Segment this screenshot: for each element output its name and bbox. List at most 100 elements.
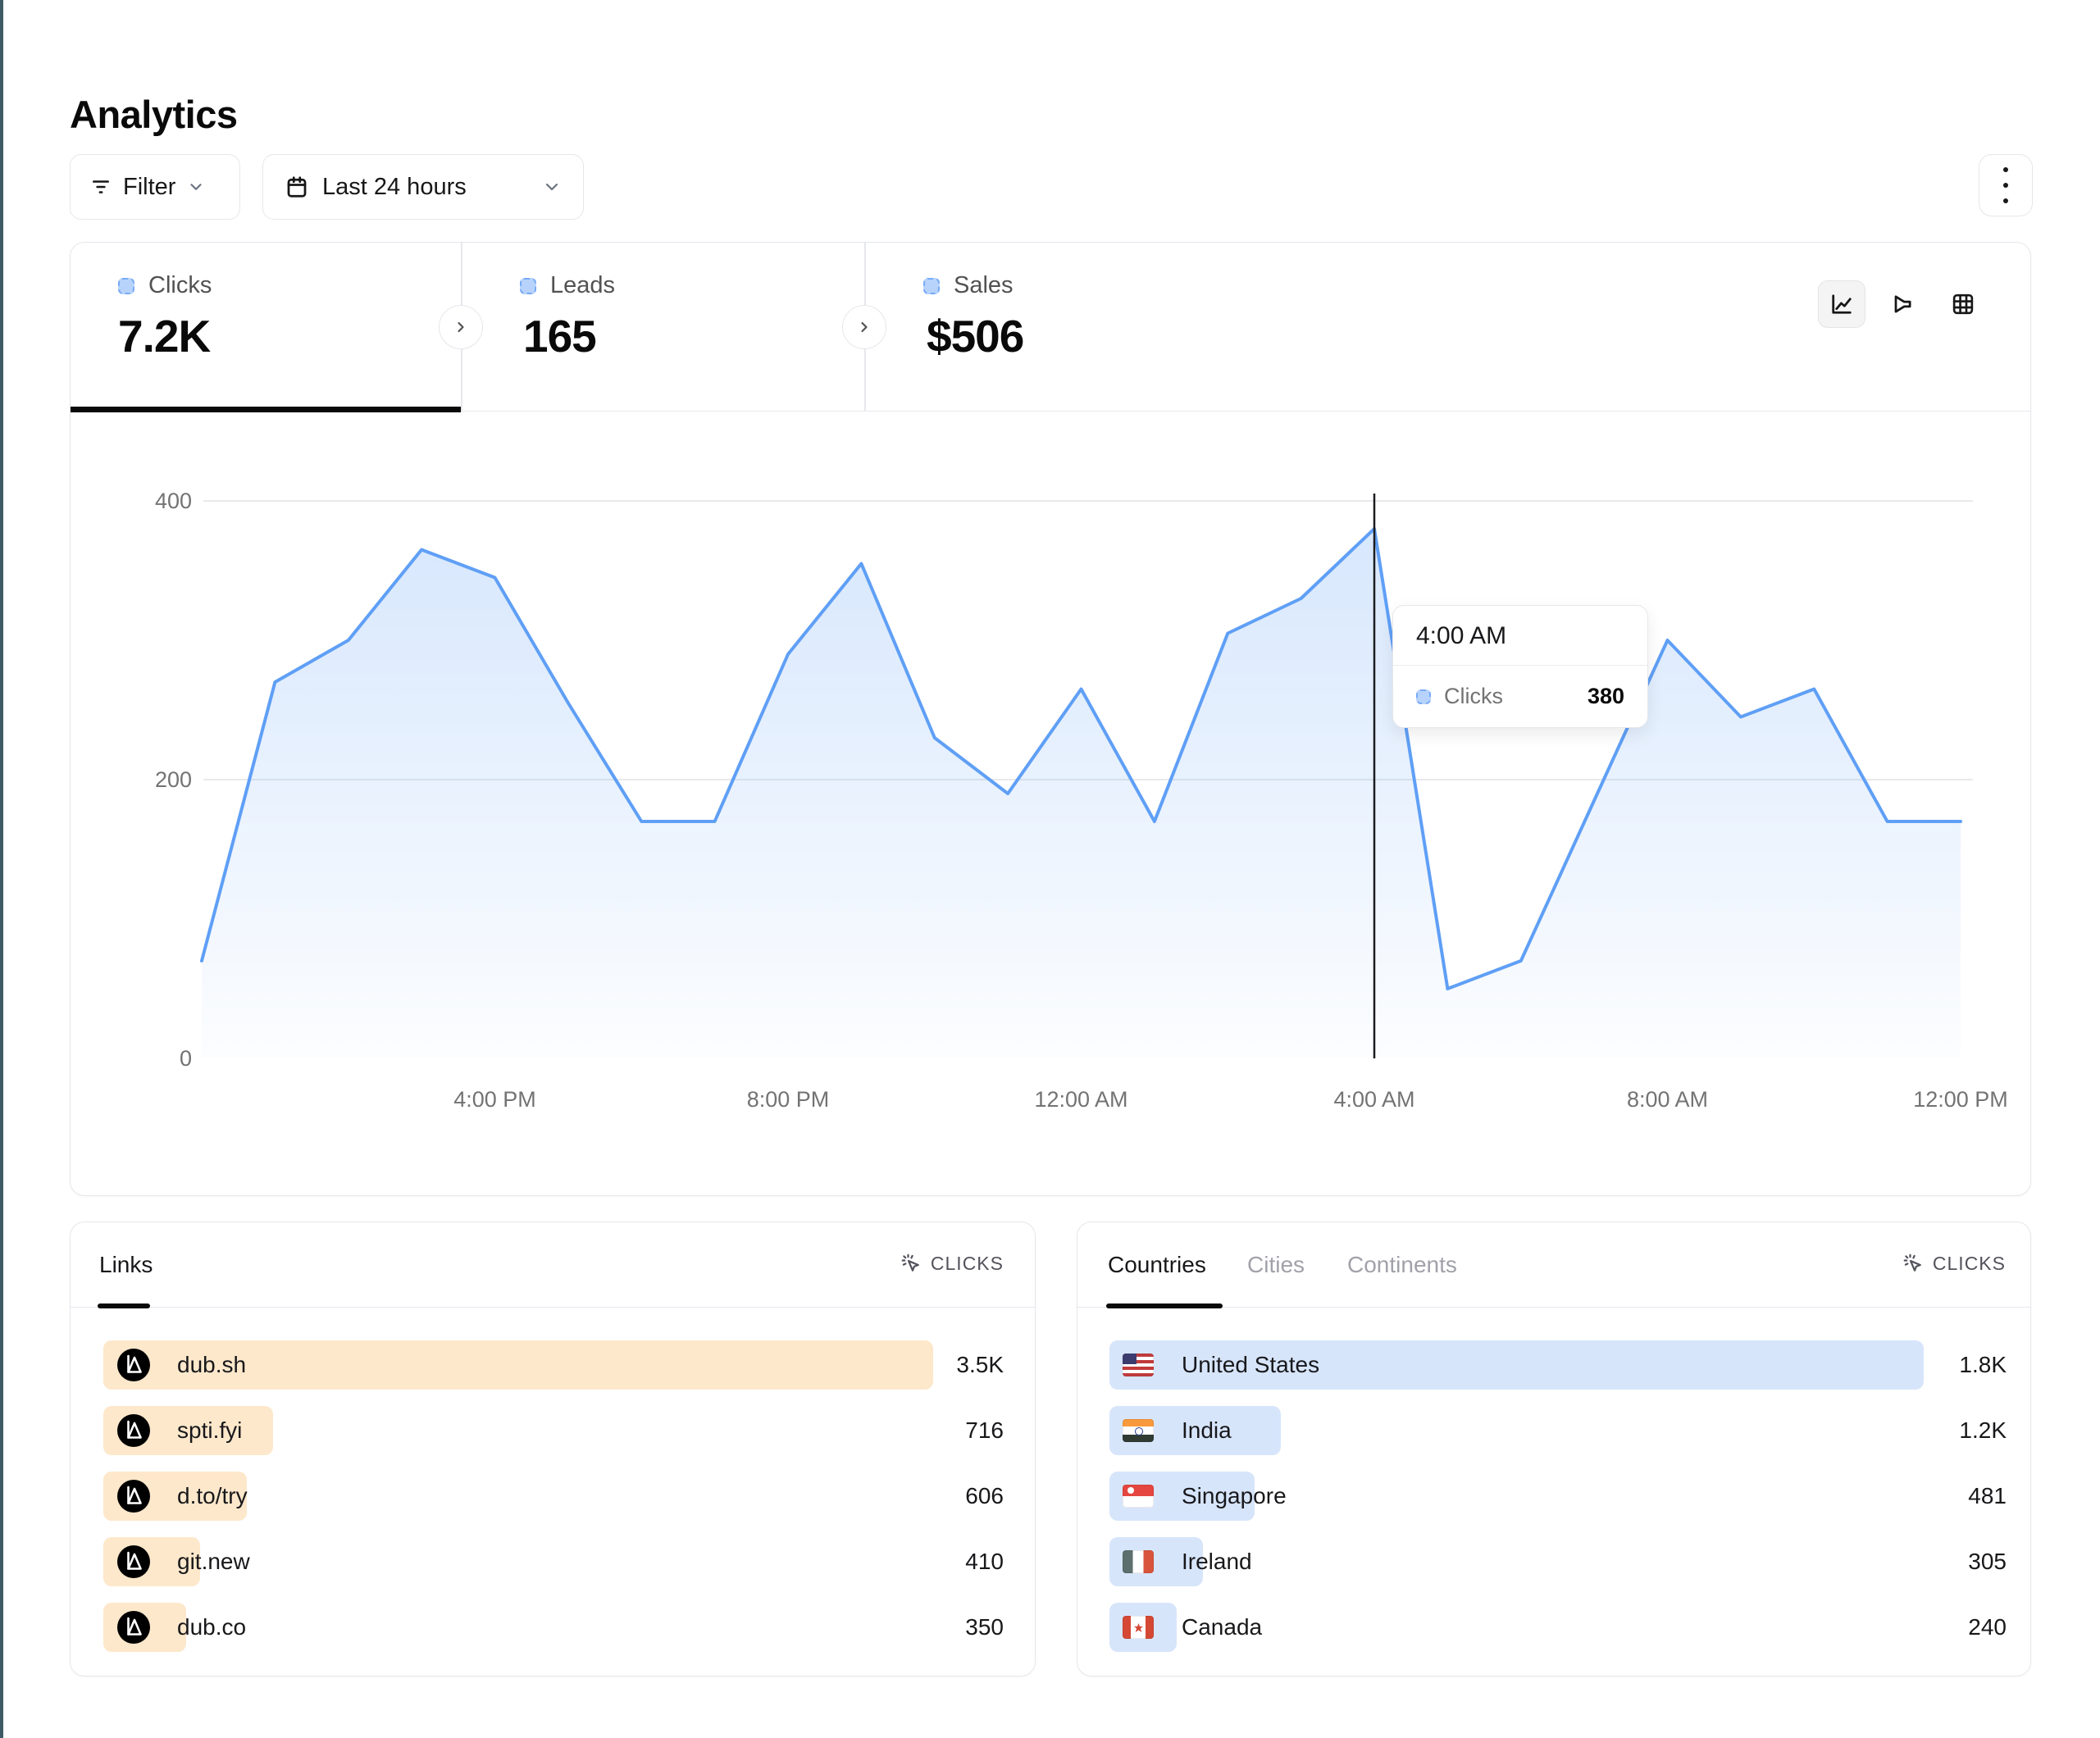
ca-flag-icon bbox=[1123, 1616, 1154, 1639]
line-chart-view-button[interactable] bbox=[1818, 280, 1865, 328]
chart-tooltip: 4:00 AM Clicks 380 bbox=[1392, 605, 1648, 728]
link-row[interactable]: dub.co 350 bbox=[71, 1603, 1035, 1652]
metric-tab-bar: Clicks 7.2K Leads 165 Sales $506 bbox=[71, 243, 2030, 412]
row-label: United States bbox=[1182, 1352, 1319, 1378]
tab-continents[interactable]: Continents bbox=[1347, 1252, 1457, 1278]
row-value: 481 bbox=[1968, 1483, 2007, 1509]
clicks-legend-square-icon bbox=[118, 278, 134, 294]
svg-text:12:00 AM: 12:00 AM bbox=[1034, 1087, 1127, 1112]
svg-text:8:00 AM: 8:00 AM bbox=[1627, 1087, 1708, 1112]
sg-flag-icon bbox=[1123, 1485, 1154, 1508]
row-label: spti.fyi bbox=[177, 1417, 242, 1444]
row-label: dub.co bbox=[177, 1614, 246, 1640]
dub-logo-icon bbox=[117, 1545, 150, 1578]
row-value: 1.8K bbox=[1959, 1352, 2007, 1378]
svg-text:8:00 PM: 8:00 PM bbox=[747, 1087, 830, 1112]
link-row[interactable]: spti.fyi 716 bbox=[71, 1406, 1035, 1455]
link-row[interactable]: dub.sh 3.5K bbox=[71, 1340, 1035, 1390]
links-panel-header: Links CLICKS bbox=[71, 1222, 1035, 1308]
dub-logo-icon bbox=[117, 1349, 150, 1381]
svg-text:0: 0 bbox=[180, 1046, 192, 1071]
links-row-list: dub.sh 3.5K spti.fyi 716 d.to/try 606 git.new 4… bbox=[71, 1308, 1035, 1668]
tooltip-time-label: 4:00 AM bbox=[1393, 606, 1647, 666]
clicks-legend-square-icon bbox=[1416, 689, 1431, 704]
dub-logo-icon bbox=[117, 1414, 150, 1447]
row-label: git.new bbox=[177, 1549, 250, 1575]
analytics-page: Analytics Filter Last 24 hours bbox=[0, 0, 2100, 1738]
window-edge-strip bbox=[0, 0, 3, 1738]
tab-links[interactable]: Links bbox=[99, 1252, 153, 1278]
svg-text:12:00 PM: 12:00 PM bbox=[1913, 1087, 2008, 1112]
svg-text:4:00 PM: 4:00 PM bbox=[453, 1087, 536, 1112]
tab-clicks[interactable]: Clicks 7.2K bbox=[71, 243, 461, 412]
country-row[interactable]: Canada240 bbox=[1077, 1603, 2030, 1652]
date-range-button[interactable]: Last 24 hours bbox=[262, 154, 584, 220]
line-chart-icon bbox=[1829, 291, 1855, 317]
link-row[interactable]: git.new 410 bbox=[71, 1537, 1035, 1586]
row-value: 3.5K bbox=[956, 1352, 1004, 1378]
tooltip-series-label: Clicks bbox=[1444, 684, 1503, 709]
metric-value: 165 bbox=[523, 310, 596, 362]
tab-sales[interactable]: Sales $506 bbox=[864, 243, 1274, 412]
row-value: 410 bbox=[965, 1549, 1004, 1575]
tooltip-value: 380 bbox=[1588, 684, 1624, 709]
grid-table-icon bbox=[1950, 291, 1976, 317]
countries-panel: Countries Cities Continents CLICKS Unite… bbox=[1077, 1222, 2031, 1677]
tab-countries[interactable]: Countries bbox=[1108, 1252, 1206, 1278]
row-value: 240 bbox=[1968, 1614, 2007, 1640]
links-panel: Links CLICKS dub.sh 3.5K spti.fyi 716 d.to/t… bbox=[70, 1222, 1036, 1677]
country-row[interactable]: Ireland 305 bbox=[1077, 1537, 2030, 1586]
country-row[interactable]: Singapore 481 bbox=[1077, 1472, 2030, 1521]
filter-button-label: Filter bbox=[123, 174, 175, 201]
dub-logo-icon bbox=[117, 1480, 150, 1513]
countries-row-list: United States 1.8K India 1.2K Singapore 481 Ir… bbox=[1077, 1308, 2030, 1668]
date-range-label: Last 24 hours bbox=[322, 174, 467, 201]
row-value: 350 bbox=[965, 1614, 1004, 1640]
kebab-dot bbox=[2003, 183, 2008, 188]
clicks-time-series-chart[interactable]: 0 200 400 4:00 PM 8:00 PM 12:00 AM 4:00 AM 8:00… bbox=[71, 412, 2032, 1197]
funnel-view-button[interactable] bbox=[1879, 280, 1926, 328]
row-label: dub.sh bbox=[177, 1352, 246, 1378]
row-label: d.to/try bbox=[177, 1483, 248, 1509]
svg-text:400: 400 bbox=[155, 489, 192, 513]
row-label: Singapore bbox=[1182, 1483, 1287, 1509]
dub-logo-icon bbox=[117, 1611, 150, 1644]
metric-value: 7.2K bbox=[118, 310, 210, 362]
chart-type-toggle-group bbox=[1818, 280, 1987, 328]
tab-leads[interactable]: Leads 165 bbox=[461, 243, 864, 412]
table-view-button[interactable] bbox=[1939, 280, 1987, 328]
sales-legend-square-icon bbox=[923, 278, 940, 294]
metric-header-label: CLICKS bbox=[1933, 1253, 2006, 1275]
filter-button[interactable]: Filter bbox=[70, 154, 240, 220]
countries-metric-header[interactable]: CLICKS bbox=[1902, 1252, 2006, 1275]
row-value: 1.2K bbox=[1959, 1417, 2007, 1444]
tab-cities[interactable]: Cities bbox=[1247, 1252, 1305, 1278]
countries-panel-header: Countries Cities Continents CLICKS bbox=[1077, 1222, 2030, 1308]
metric-label: Sales bbox=[954, 272, 1014, 299]
row-value: 716 bbox=[965, 1417, 1004, 1444]
svg-text:200: 200 bbox=[155, 767, 192, 792]
metric-label: Leads bbox=[550, 272, 615, 299]
row-value: 305 bbox=[1968, 1549, 2007, 1575]
in-flag-icon bbox=[1123, 1419, 1154, 1442]
link-row[interactable]: d.to/try 606 bbox=[71, 1472, 1035, 1521]
expand-clicks-chevron-button[interactable] bbox=[439, 305, 483, 349]
row-value: 606 bbox=[965, 1483, 1004, 1509]
leads-legend-square-icon bbox=[520, 278, 536, 294]
row-label: India bbox=[1182, 1417, 1232, 1444]
chevron-down-icon bbox=[542, 177, 562, 197]
kebab-dot bbox=[2003, 167, 2008, 172]
analytics-chart-card: Clicks 7.2K Leads 165 Sales $506 bbox=[70, 242, 2031, 1196]
more-options-button[interactable] bbox=[1979, 154, 2033, 216]
kebab-dot bbox=[2003, 198, 2008, 203]
country-row[interactable]: India 1.2K bbox=[1077, 1406, 2030, 1455]
cursor-click-icon bbox=[900, 1252, 922, 1275]
chevron-down-icon bbox=[187, 178, 205, 196]
country-row[interactable]: United States 1.8K bbox=[1077, 1340, 2030, 1390]
cursor-click-icon bbox=[1902, 1252, 1925, 1275]
expand-leads-chevron-button[interactable] bbox=[842, 305, 886, 349]
funnel-icon bbox=[1889, 291, 1916, 317]
page-title: Analytics bbox=[70, 92, 237, 137]
links-metric-header[interactable]: CLICKS bbox=[900, 1252, 1004, 1275]
row-label: Ireland bbox=[1182, 1549, 1252, 1575]
